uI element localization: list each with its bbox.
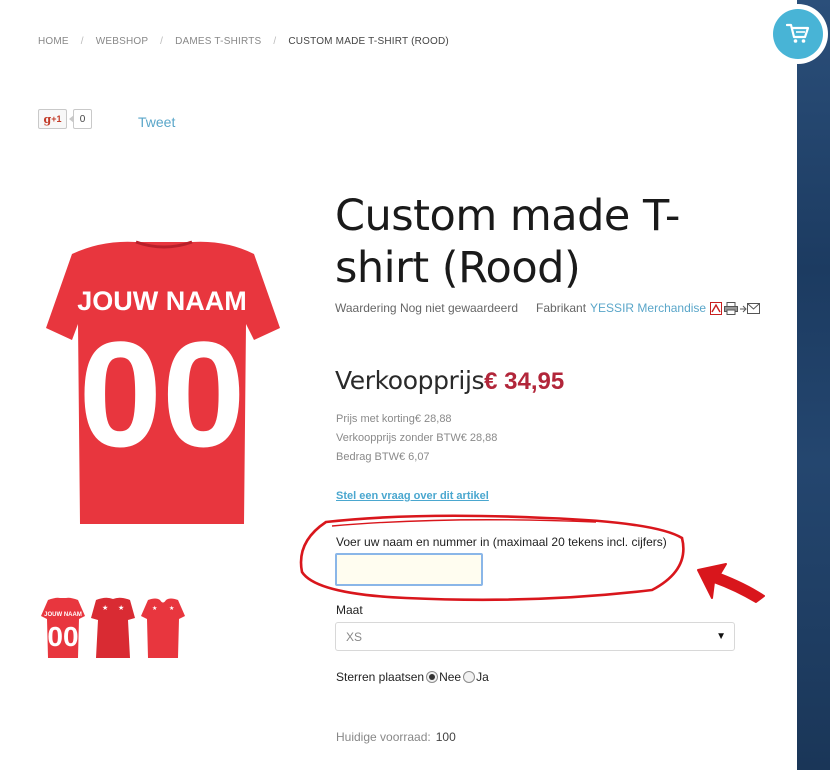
tweet-link[interactable]: Tweet — [138, 114, 175, 130]
page-background-edge — [797, 0, 830, 770]
email-icon[interactable] — [740, 302, 761, 314]
shirt-print-number: 00 — [79, 310, 246, 478]
price-row: Verkoopprijs€ 34,95 — [335, 366, 564, 396]
thumbnail-front[interactable]: ★ ★ — [140, 596, 186, 660]
product-main-image[interactable]: JOUW NAAM 00 — [40, 236, 288, 528]
print-icon[interactable] — [724, 301, 739, 315]
rating-label: Waardering — [335, 301, 397, 315]
size-selected-value: XS — [346, 629, 363, 644]
stock-info: Huidige voorraad: 100 — [336, 730, 456, 744]
product-thumbnails: JOUW NAAM 00 ★ ★ ★ ★ — [40, 596, 186, 660]
thumb-print-name: JOUW NAAM — [44, 612, 82, 618]
rating-value: Nog niet gewaardeerd — [399, 301, 519, 315]
custom-text-input[interactable] — [335, 553, 483, 586]
google-plus-button[interactable]: g +1 — [38, 109, 67, 129]
stock-label: Huidige voorraad: — [336, 730, 431, 744]
price-value: € 34,95 — [484, 368, 565, 395]
price-excl-vat: Verkoopprijs zonder BTW€ 28,88 — [336, 432, 498, 444]
breadcrumb-webshop[interactable]: WEBSHOP — [96, 36, 148, 47]
cart-button[interactable] — [773, 9, 823, 59]
stars-radio-nee[interactable] — [426, 671, 439, 683]
discount-price: Prijs met korting€ 28,88 — [336, 413, 452, 425]
custom-text-label: Voer uw naam en nummer in (maximaal 20 t… — [336, 535, 667, 549]
pdf-icon[interactable] — [710, 301, 723, 315]
thumbnail-side[interactable]: ★ ★ — [90, 596, 136, 660]
stars-option-ja: Ja — [476, 670, 489, 684]
breadcrumb-separator: / — [80, 36, 84, 47]
vat-amount: Bedrag BTW€ 6,07 — [336, 451, 430, 463]
google-plus-icon: g — [43, 112, 52, 126]
google-plus-widget: g +1 0 — [38, 109, 92, 129]
stars-option-row: Sterren plaatsen Nee Ja — [336, 670, 489, 684]
stars-radio-ja[interactable] — [463, 671, 476, 683]
google-plus-label: +1 — [51, 114, 62, 124]
maker-label: Fabrikant — [536, 301, 587, 315]
chevron-down-icon: ▼ — [716, 631, 726, 642]
maker-link[interactable]: YESSIR Merchandise — [590, 301, 706, 315]
shopping-cart-icon — [786, 23, 810, 43]
page-title: Custom made T-shirt (Rood) — [335, 191, 680, 293]
breadcrumb-separator: / — [160, 36, 164, 47]
thumbnail-back[interactable]: JOUW NAAM 00 — [40, 596, 86, 660]
star-icon: ★ — [152, 605, 157, 612]
breadcrumb-dames-tshirts[interactable]: DAMES T-SHIRTS — [175, 36, 261, 47]
star-icon: ★ — [102, 604, 108, 612]
breadcrumb-current: CUSTOM MADE T-SHIRT (ROOD) — [288, 36, 449, 47]
stars-label: Sterren plaatsen — [336, 670, 425, 684]
price-details: Prijs met korting€ 28,88 Verkoopprijs zo… — [336, 410, 497, 467]
star-icon: ★ — [118, 604, 124, 612]
star-icon: ★ — [169, 605, 174, 612]
ask-question-link[interactable]: Stel een vraag over dit artikel — [336, 490, 489, 502]
breadcrumb-home[interactable]: HOME — [38, 36, 69, 47]
size-select[interactable]: XS ▼ — [335, 622, 735, 651]
product-meta: Waardering Nog niet gewaardeerd Fabrikan… — [335, 301, 761, 315]
thumb-print-number: 00 — [47, 621, 78, 652]
breadcrumb-separator: / — [273, 36, 277, 47]
google-plus-count: 0 — [69, 109, 92, 129]
price-label: Verkoopprijs — [335, 366, 485, 395]
stars-option-nee: Nee — [439, 670, 462, 684]
annotation-arrow-icon — [697, 563, 765, 603]
stock-value: 100 — [435, 730, 456, 744]
size-label: Maat — [336, 603, 363, 617]
breadcrumb: HOME / WEBSHOP / DAMES T-SHIRTS / CUSTOM… — [38, 36, 449, 47]
